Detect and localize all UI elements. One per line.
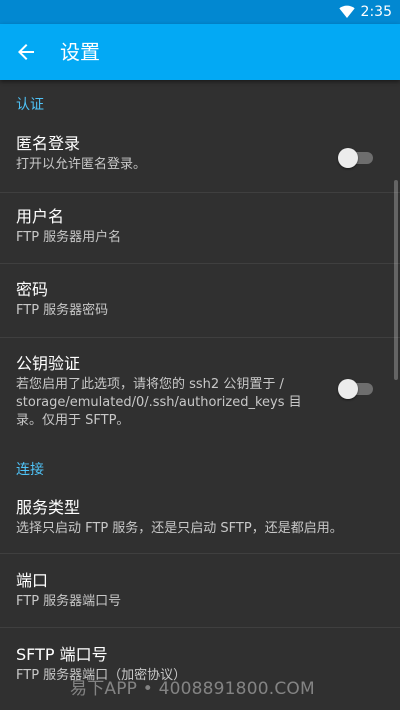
anonymous-login-toggle[interactable] [338,148,374,168]
pref-title: SFTP 端口号 [16,645,108,664]
pref-summary: FTP 服务器密码 [16,303,109,318]
app-bar: 设置 [0,24,400,80]
pref-title: 匿名登录 [16,134,81,153]
pref-summary: FTP 服务器端口号 [16,594,122,609]
arrow-back-icon[interactable] [14,40,38,64]
status-time: 2:35 [360,4,392,20]
pref-summary: 选择只启动 FTP 服务，还是只启动 SFTP，还是都启用。 [16,521,343,536]
toggle-thumb [338,379,358,399]
pref-password[interactable]: 密码 FTP 服务器密码 [0,264,400,338]
pref-username[interactable]: 用户名 FTP 服务器用户名 [0,193,400,264]
pref-summary: 打开以允许匿名登录。 [16,157,147,172]
wifi-icon [339,5,355,18]
pref-summary: FTP 服务器用户名 [16,230,122,245]
status-bar: 2:35 [0,0,400,24]
pref-title: 端口 [16,571,49,590]
pref-port[interactable]: 端口 FTP 服务器端口号 [0,554,400,628]
pref-title: 服务类型 [16,498,81,517]
category-connection-header: 连接 [16,462,44,478]
pref-anonymous-login[interactable]: 匿名登录 打开以允许匿名登录。 [0,122,400,193]
category-auth-header: 认证 [16,97,44,113]
pref-service-type[interactable]: 服务类型 选择只启动 FTP 服务，还是只启动 SFTP，还是都启用。 [0,484,400,554]
public-key-auth-toggle[interactable] [338,379,374,399]
settings-list[interactable]: 认证 匿名登录 打开以允许匿名登录。 用户名 FTP 服务器用户名 密码 FTP… [0,80,400,710]
pref-title: 公钥验证 [16,354,81,373]
page-title: 设置 [60,40,100,64]
scrollbar[interactable] [394,180,398,380]
watermark-text: 易下APP • 4008891800.COM [70,679,315,699]
pref-summary-line: 若您启用了此选项，请将您的 ssh2 公钥置于 / [16,377,284,392]
pref-summary-line: storage/emulated/0/.ssh/authorized_keys … [16,395,302,410]
pref-public-key-auth[interactable]: 公钥验证 若您启用了此选项，请将您的 ssh2 公钥置于 / storage/e… [0,338,400,438]
pref-title: 用户名 [16,207,65,226]
pref-title: 密码 [16,280,49,299]
pref-summary-line: 录。仅用于 SFTP。 [16,413,130,428]
toggle-thumb [338,148,358,168]
